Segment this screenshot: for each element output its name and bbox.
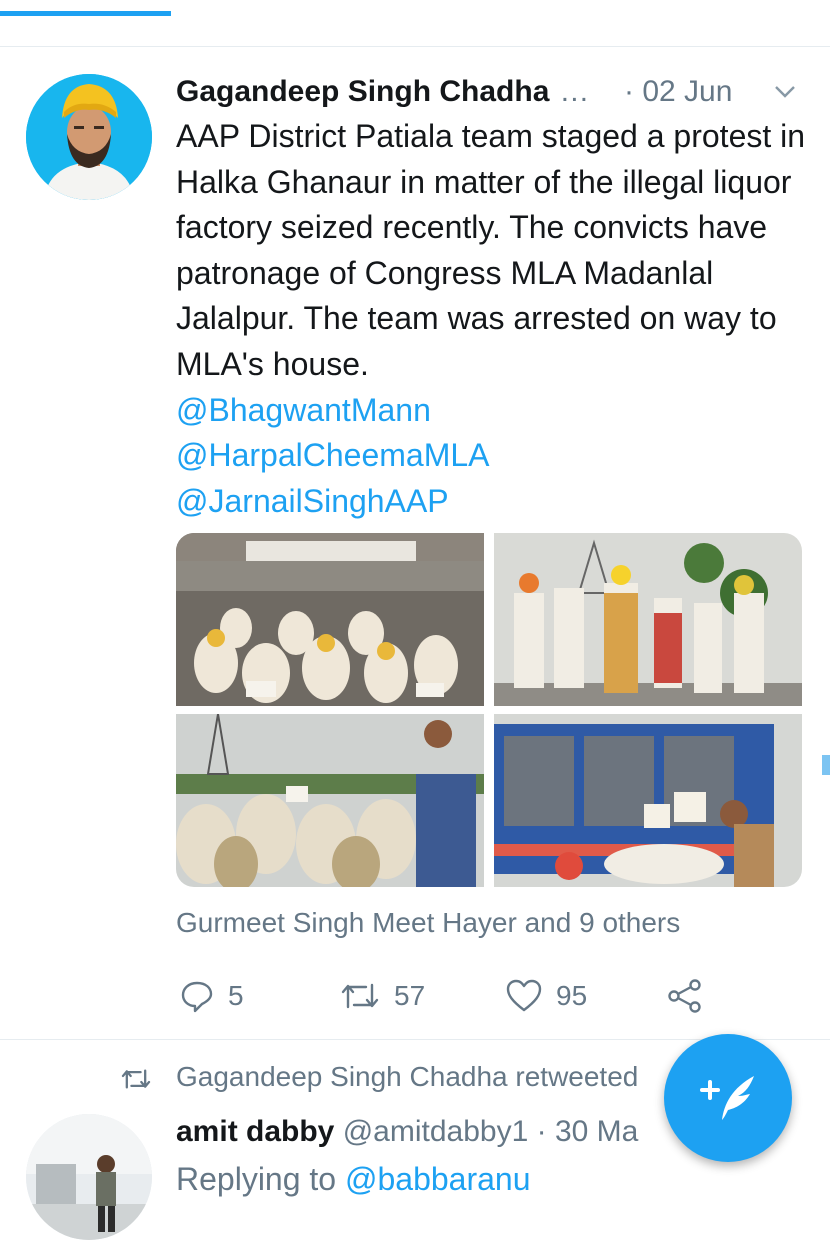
chevron-down-icon[interactable] (774, 81, 796, 103)
name-truncation: … (559, 75, 590, 108)
date-separator: · (536, 1115, 547, 1148)
reply-button[interactable]: 5 (180, 974, 244, 1018)
active-tab-indicator (0, 11, 171, 16)
next-tweet-handle[interactable]: @amitdabby1 (343, 1115, 529, 1148)
liked-by-text[interactable]: Gurmeet Singh Meet Hayer and 9 others (176, 905, 680, 941)
mention-link[interactable]: @BhagwantMann (176, 388, 816, 434)
retweet-icon (121, 1069, 151, 1089)
reply-icon (181, 981, 213, 1013)
tweet-actions: 5 57 95 (176, 974, 736, 1018)
media-photo[interactable] (494, 714, 802, 887)
date-separator: · (624, 75, 634, 108)
tweet-media-grid (176, 533, 802, 887)
like-icon (506, 979, 542, 1012)
reply-count: 5 (228, 980, 244, 1011)
compose-tweet-button[interactable] (664, 1034, 792, 1162)
media-photo[interactable] (176, 533, 484, 706)
media-photo[interactable] (176, 714, 484, 887)
share-button[interactable] (666, 974, 718, 1018)
next-tweet-date[interactable]: 30 Ma (555, 1115, 638, 1148)
next-tweet-header: amit dabby @amitdabby1 · 30 Ma (176, 1112, 638, 1152)
like-count: 95 (556, 980, 588, 1011)
media-photo[interactable] (494, 533, 802, 706)
retweet-icon (341, 983, 379, 1009)
replying-to-label: Replying to (176, 1161, 337, 1197)
retweeted-notice: Gagandeep Singh Chadha retweeted (120, 1058, 638, 1096)
like-button[interactable]: 95 (506, 974, 587, 1018)
tweet-header: Gagandeep Singh Chadha … · 02 Jun (176, 72, 816, 112)
replying-to-handle[interactable]: @babbaranu (345, 1161, 531, 1197)
top-tab-bar (0, 0, 830, 47)
date-text: 02 Jun (642, 75, 733, 108)
next-tweet-avatar[interactable] (26, 1114, 152, 1240)
mention-link[interactable]: @JarnailSinghAAP (176, 479, 816, 525)
mention-link[interactable]: @HarpalCheemaMLA (176, 433, 816, 479)
replying-to: Replying to @babbaranu (176, 1158, 531, 1200)
next-tweet-author-name[interactable]: amit dabby (176, 1115, 334, 1148)
tweet-body: AAP District Patiala team staged a prote… (176, 114, 816, 524)
retweet-button[interactable]: 57 (340, 974, 425, 1018)
author-avatar[interactable] (26, 74, 152, 200)
retweeted-text[interactable]: Gagandeep Singh Chadha retweeted (176, 1061, 638, 1092)
compose-tweet-icon (700, 1076, 754, 1120)
retweet-count: 57 (394, 980, 426, 1011)
tweet-author-name[interactable]: Gagandeep Singh Chadha (176, 75, 549, 108)
tweet-text: AAP District Patiala team staged a prote… (176, 118, 806, 382)
tweet-date[interactable]: · 02 Jun (624, 72, 732, 112)
share-icon (668, 979, 701, 1013)
